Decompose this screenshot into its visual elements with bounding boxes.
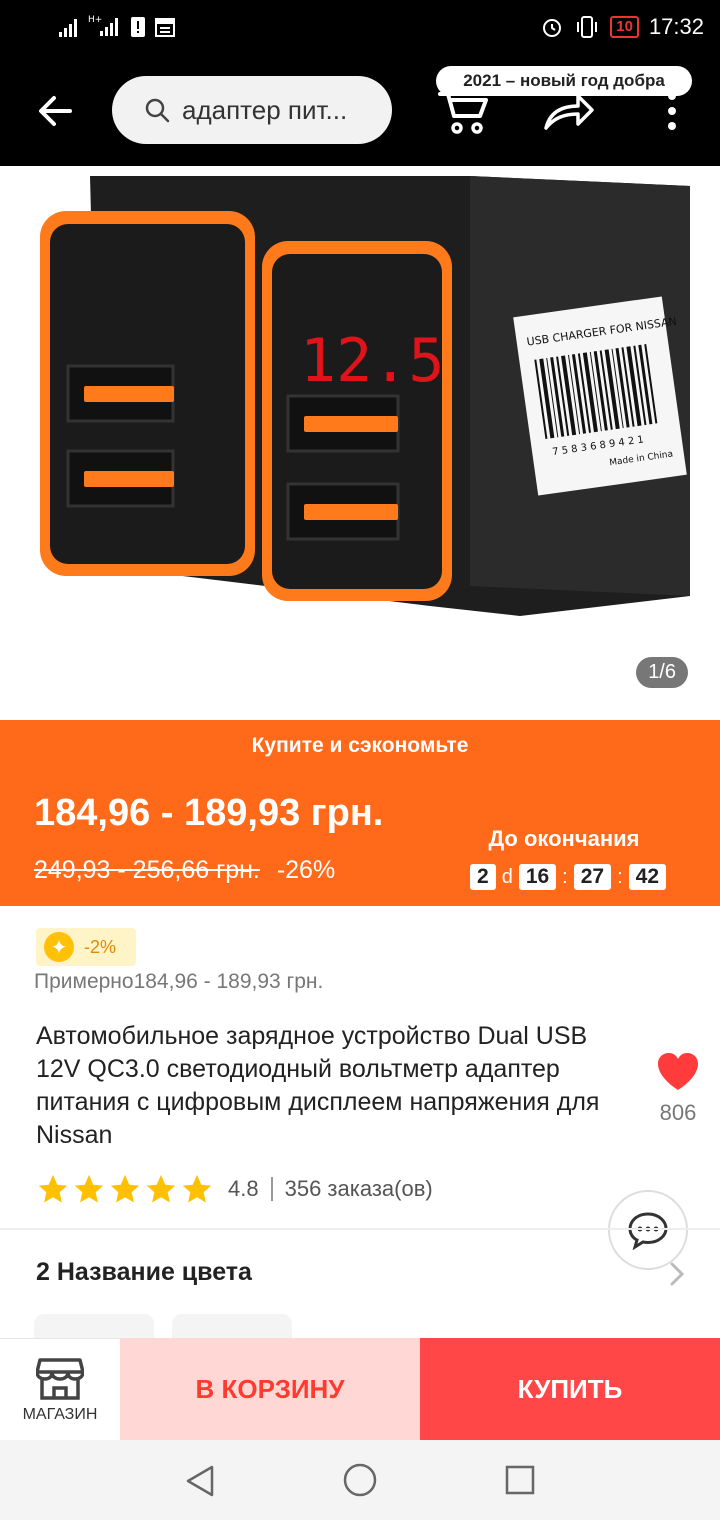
search-text: адаптер пит... [182, 94, 348, 125]
promo-banner: Купите и сэкономьте 184,96 - 189,93 грн.… [0, 66, 720, 906]
coin-icon: ✦ [44, 932, 74, 962]
star-icon [182, 1174, 212, 1203]
timer-minutes: 27 [573, 864, 612, 890]
nav-home-icon[interactable] [342, 1462, 378, 1498]
star-icon [110, 1174, 140, 1203]
approx-price: Примерно184,96 - 189,93 грн. [34, 970, 324, 993]
chat-icon [628, 1212, 668, 1250]
variants-section-title[interactable]: 2 Название цвета [36, 1258, 252, 1287]
orders-count: 356 заказа(ов) [284, 1176, 433, 1201]
add-to-cart-button[interactable]: В КОРЗИНУ [120, 1338, 420, 1440]
timer-days-unit: d [501, 865, 513, 888]
svg-text:H+: H+ [88, 15, 102, 25]
discount-percent: -26% [276, 856, 336, 884]
search-icon [145, 98, 170, 123]
signal-icon [59, 19, 77, 37]
star-icon [74, 1174, 104, 1203]
divider [270, 1177, 273, 1201]
back-arrow-icon[interactable] [30, 86, 80, 136]
coin-discount-badge[interactable]: ✦ -2% [36, 928, 136, 966]
clock: 17:32 [648, 14, 704, 39]
timer-separator: : [617, 865, 623, 888]
nav-back-icon[interactable] [184, 1464, 216, 1498]
store-button[interactable]: МАГАЗИН [0, 1338, 120, 1440]
signal-h-plus-icon: H+ [88, 15, 118, 36]
rating-value: 4.8 [228, 1176, 259, 1201]
sim-alert-icon [131, 17, 145, 37]
buy-now-button[interactable]: КУПИТЬ [420, 1338, 720, 1440]
vibrate-icon [577, 16, 598, 38]
status-left: H+ [58, 14, 176, 38]
event-badge: 2021 – новый год добра [436, 66, 692, 96]
alarm-icon [543, 19, 562, 37]
battery-indicator: 10 [610, 16, 639, 38]
current-price: 184,96 - 189,93 грн. [34, 792, 384, 834]
timer-separator: : [562, 865, 568, 888]
system-nav-bar [0, 1440, 720, 1520]
promo-title: Купите и сэкономьте [251, 734, 469, 757]
product-gallery[interactable]: USB CHARGER FOR NISSAN 7 5 8 3 6 8 9 4 2… [0, 166, 720, 720]
nav-recent-apps-icon[interactable] [504, 1464, 536, 1496]
favorites-count: 806 [659, 1100, 697, 1125]
timer-hours: 16 [518, 864, 557, 890]
countdown-label: До окончания [488, 826, 640, 851]
star-icon [146, 1174, 176, 1203]
voltage-display: 12.5 [300, 326, 445, 396]
timer-seconds: 42 [628, 864, 667, 890]
old-price-row: 249,93 - 256,66 грн. -26% [34, 856, 335, 885]
product-image: USB CHARGER FOR NISSAN 7 5 8 3 6 8 9 4 2… [40, 176, 690, 616]
status-bar: H+ 10 17:32 [0, 0, 720, 56]
store-label: МАГАЗИН [22, 1405, 98, 1423]
calendar-icon [155, 18, 175, 37]
chat-button[interactable] [608, 1190, 688, 1270]
bottom-action-bar: МАГАЗИН В КОРЗИНУ КУПИТЬ [0, 1338, 720, 1440]
product-title: Автомобильное зарядное устройство Dual U… [36, 1022, 600, 1149]
divider [0, 1228, 720, 1230]
chevron-right-icon[interactable] [666, 1260, 688, 1288]
old-price: 249,93 - 256,66 грн. [34, 856, 260, 884]
status-right: 10 17:32 [540, 14, 704, 40]
heart-icon[interactable] [654, 1048, 702, 1096]
coin-discount: -2% [84, 936, 117, 957]
image-counter: 1/6 [636, 657, 688, 688]
star-icon [38, 1174, 68, 1203]
countdown-timer: 2 d 16 : 27 : 42 [470, 864, 667, 890]
search-input[interactable]: адаптер пит... [112, 76, 392, 144]
store-icon [36, 1357, 84, 1400]
rating-row[interactable]: 4.8 356 заказа(ов) [36, 1172, 433, 1206]
timer-days: 2 [470, 864, 496, 890]
